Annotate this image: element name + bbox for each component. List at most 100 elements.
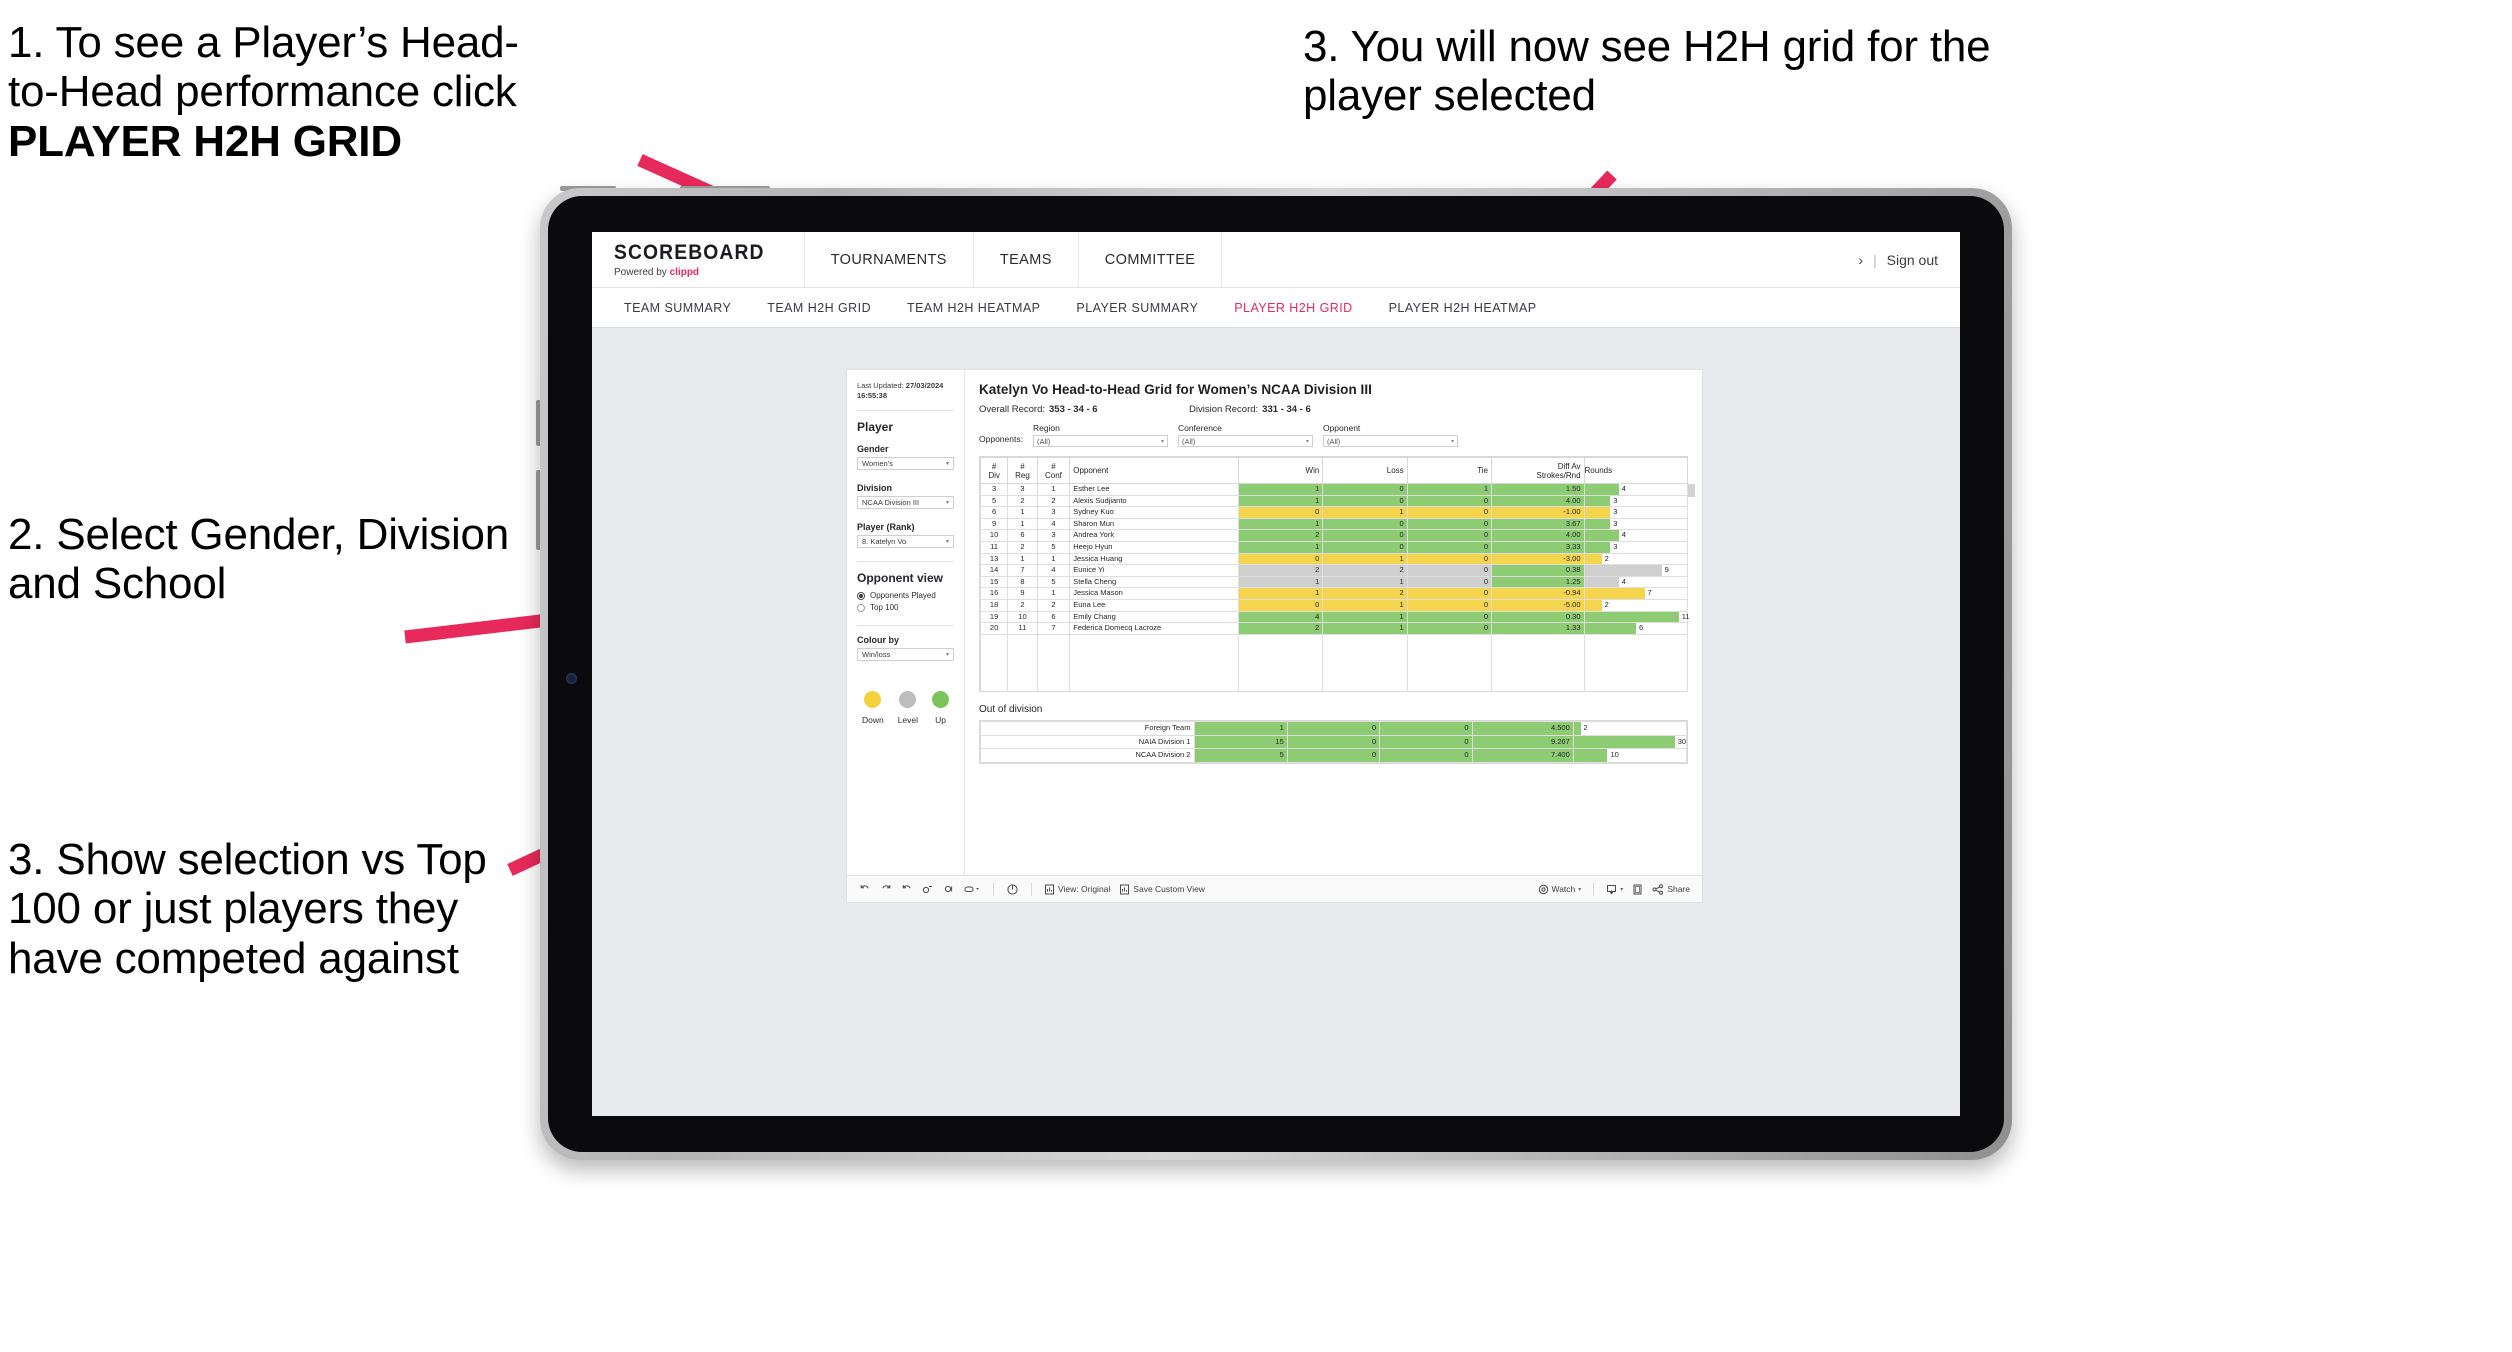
column-header-diff-av-strokes-rnd[interactable]: Diff Av Strokes/Rnd [1491, 457, 1585, 484]
view-original-button[interactable]: View: Original [1044, 884, 1110, 895]
tab-team-h2h-grid[interactable]: TEAM H2H GRID [749, 288, 889, 327]
gender-select[interactable]: Women's ▾ [857, 457, 954, 471]
cell-loss: 2 [1322, 587, 1408, 600]
player-rank-select[interactable]: 8. Katelyn Vo ▾ [857, 535, 954, 549]
save-custom-view-button[interactable]: Save Custom View [1119, 884, 1205, 895]
conference-value: (All) [1181, 436, 1196, 446]
undo-all-icon[interactable] [1006, 883, 1019, 896]
column-header-conf[interactable]: # Conf [1036, 457, 1071, 484]
column-header-loss[interactable]: Loss [1322, 457, 1408, 484]
rounds-bar [1584, 565, 1662, 576]
tab-team-h2h-heatmap[interactable]: TEAM H2H HEATMAP [889, 288, 1058, 327]
out-of-division-row[interactable]: NCAA Division 2 5 0 0 7.400 10 [979, 748, 1688, 763]
filler-cell [1036, 633, 1071, 692]
division-select[interactable]: NCAA Division III ▾ [857, 496, 954, 510]
nav-item-committee[interactable]: COMMITTEE [1079, 232, 1223, 287]
table-row[interactable]: 16 9 1 Jessica Mason 1 2 0 -0.94 7 [979, 587, 1689, 600]
colour-by-select[interactable]: Win/loss ▾ [857, 648, 954, 662]
cell-reg: 11 [1007, 622, 1038, 635]
signout-link[interactable]: Sign out [1887, 252, 1938, 268]
column-header-rounds[interactable]: Rounds [1583, 457, 1689, 484]
legend-dot-icon [932, 691, 949, 709]
fullscreen-icon[interactable] [1632, 884, 1643, 895]
cell-win: 1 [1237, 540, 1324, 554]
cell-rounds: 4 [1583, 529, 1689, 542]
refresh-data-icon[interactable] [922, 883, 934, 895]
table-row[interactable]: 11 2 5 Heejo Hyun 1 0 0 3.33 3 [979, 540, 1689, 554]
cell-div: 3 [979, 483, 1009, 496]
download-icon[interactable]: ▾ [1606, 884, 1623, 895]
cell-conf: 5 [1036, 575, 1071, 589]
revert-icon[interactable] [901, 883, 913, 895]
table-row[interactable]: 10 6 3 Andrea York 2 0 0 4.00 4 [979, 529, 1689, 542]
cell-conf: 1 [1036, 483, 1071, 496]
radio-top-100[interactable]: Top 100 [857, 603, 954, 612]
table-row[interactable]: 18 2 2 Euna Lee 0 1 0 -5.00 2 [979, 598, 1689, 612]
brand-logo[interactable]: SCOREBOARD Powered by clippd [592, 232, 805, 287]
redo-icon[interactable] [880, 883, 892, 895]
cell-div: 15 [979, 575, 1009, 589]
chevron-down-icon: ▾ [945, 539, 949, 546]
radio-off-icon [857, 603, 865, 612]
opponent-select[interactable]: (All) ▾ [1322, 435, 1458, 447]
out-of-division-row[interactable]: NAIA Division 1 15 0 0 9.267 30 [979, 734, 1688, 750]
cell-category: NCAA Division 2 [979, 748, 1196, 763]
vertical-scrollbar[interactable] [1688, 484, 1695, 497]
rounds-bar [1584, 484, 1619, 495]
cell-diff-av-strokes-rnd: 4.00 [1491, 494, 1585, 508]
cell-reg: 2 [1007, 494, 1038, 508]
rounds-value: 2 [1583, 723, 1588, 733]
gender-label: Gender [857, 444, 889, 455]
tab-team-summary[interactable]: TEAM SUMMARY [606, 288, 749, 327]
nav-item-tournaments[interactable]: TOURNAMENTS [805, 232, 974, 287]
cell-conf: 2 [1036, 598, 1071, 612]
table-row[interactable]: 9 1 4 Sharon Mun 1 0 0 3.67 3 [979, 517, 1689, 531]
table-row[interactable]: 6 1 3 Sydney Kuo 0 1 0 -1.00 3 [979, 506, 1689, 519]
table-row[interactable]: 13 1 1 Jessica Huang 0 1 0 -3.00 2 [979, 552, 1689, 566]
cell-win: 1 [1237, 587, 1324, 600]
cell-win: 1 [1237, 494, 1324, 508]
radio-opponents-played-label: Opponents Played [870, 591, 936, 601]
signout-area[interactable]: › | Sign out [1836, 232, 1960, 287]
tab-player-summary[interactable]: PLAYER SUMMARY [1058, 288, 1216, 327]
table-row[interactable]: 14 7 4 Eunice Yi 2 2 0 0.38 9 [979, 564, 1689, 577]
tablet-bezel: SCOREBOARD Powered by clippd TOURNAMENTS… [548, 196, 2004, 1152]
table-row[interactable]: 20 11 7 Federica Domecq Lacroze 2 1 0 1.33 6 [979, 622, 1689, 635]
share-button[interactable]: Share [1652, 883, 1690, 895]
last-updated: Last Updated: 27/03/2024 16:55:38 [857, 381, 954, 401]
rounds-bar [1584, 541, 1611, 553]
cell-diff-av-strokes-rnd: 4.500 [1471, 721, 1574, 736]
nav-item-teams[interactable]: TEAMS [974, 232, 1079, 287]
cell-div: 19 [979, 610, 1009, 624]
table-row[interactable]: 3 3 1 Esther Lee 1 0 1 1.50 4 [979, 483, 1689, 496]
pause-updates-icon[interactable] [943, 883, 955, 895]
region-select[interactable]: (All) ▾ [1032, 435, 1168, 447]
cell-div: 18 [979, 598, 1009, 612]
cell-win: 15 [1194, 734, 1288, 750]
watch-button[interactable]: Watch ▾ [1538, 884, 1581, 895]
cell-tie: 0 [1406, 564, 1493, 577]
highlight-icon[interactable] [964, 883, 981, 895]
table-row[interactable]: 15 8 5 Stella Cheng 1 1 0 1.25 4 [979, 575, 1689, 589]
undo-icon[interactable] [859, 883, 871, 895]
radio-opponents-played[interactable]: Opponents Played [857, 591, 954, 600]
table-row[interactable]: 5 2 2 Alexis Sudjianto 1 0 0 4.00 3 [979, 494, 1689, 508]
column-header-reg[interactable]: # Reg [1007, 457, 1038, 484]
out-of-division-row[interactable]: Foreign Team 1 0 0 4.500 2 [979, 721, 1688, 736]
column-header-tie[interactable]: Tie [1406, 457, 1493, 484]
cell-conf: 4 [1036, 564, 1071, 577]
tab-player-h2h-heatmap[interactable]: PLAYER H2H HEATMAP [1371, 288, 1555, 327]
conference-select[interactable]: (All) ▾ [1177, 435, 1313, 447]
cell-opponent: Stella Cheng [1069, 575, 1239, 589]
table-row[interactable]: 19 10 6 Emily Chang 4 1 0 0.30 11 [979, 610, 1690, 624]
cell-win: 1 [1194, 721, 1288, 736]
table-body: 3 3 1 Esther Lee 1 0 1 1.50 4 5 2 2 Alexis Sudjianto… [979, 483, 1690, 692]
tab-player-h2h-grid[interactable]: PLAYER H2H GRID [1216, 288, 1370, 327]
cell-loss: 1 [1322, 598, 1408, 612]
column-header-div[interactable]: # Div [979, 457, 1009, 484]
cell-conf: 3 [1036, 529, 1071, 542]
annotation-step-1-line-1: 1. To see a Player’s Head- [8, 18, 519, 67]
legend-label: Up [935, 715, 946, 726]
column-header-win[interactable]: Win [1237, 457, 1324, 484]
column-header-opponent[interactable]: Opponent [1069, 457, 1239, 484]
